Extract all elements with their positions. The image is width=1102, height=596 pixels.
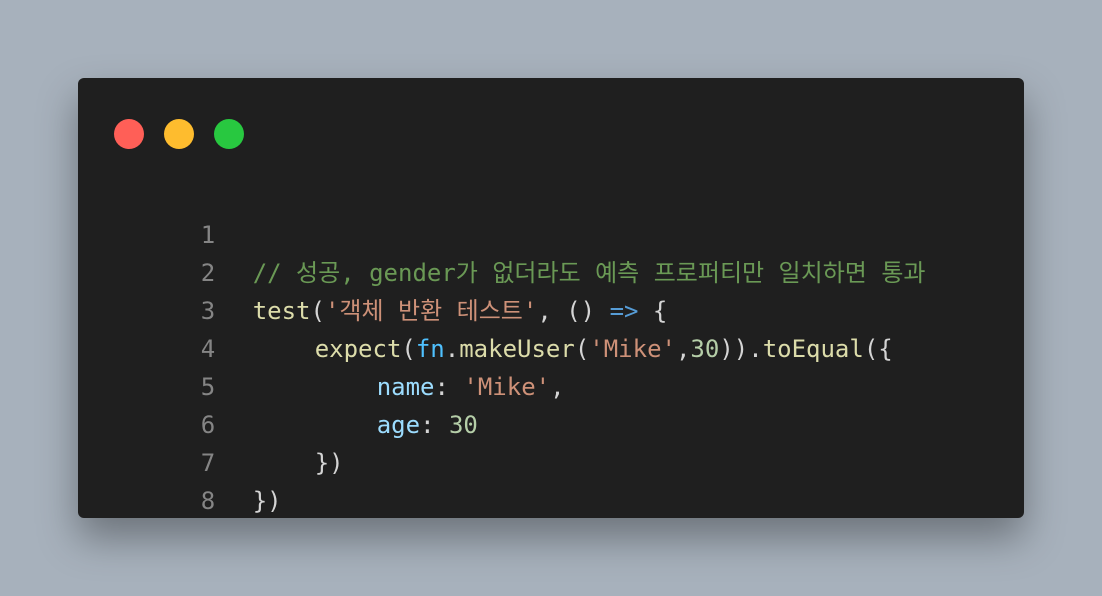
maximize-dot-icon[interactable] [214, 119, 244, 149]
code-line-6: 6 age: 30 [114, 368, 926, 439]
line-number: 8 [200, 487, 216, 515]
code-line-2: 2// 성공, gender가 없더라도 예측 프로퍼티만 일치하면 통과 [114, 216, 926, 287]
code-line-3: 3 test('객체 반환 테스트', () => { [114, 254, 926, 325]
code-window: 1 2// 성공, gender가 없더라도 예측 프로퍼티만 일치하면 통과 … [78, 78, 1024, 518]
code-line-8: 8}) [114, 444, 926, 515]
code-line-4: 4 expect(fn.makeUser('Mike',30)).toEqual(… [114, 292, 926, 363]
code-line-7: 7}) [114, 406, 926, 477]
code-block: 1 2// 성공, gender가 없더라도 예측 프로퍼티만 일치하면 통과 … [114, 178, 926, 515]
minimize-dot-icon[interactable] [164, 119, 194, 149]
code-line-5: 5 name: 'Mike', [114, 330, 926, 401]
punctuation-token: }) [252, 487, 282, 515]
code-line-1: 1 [114, 178, 926, 249]
close-dot-icon[interactable] [114, 119, 144, 149]
